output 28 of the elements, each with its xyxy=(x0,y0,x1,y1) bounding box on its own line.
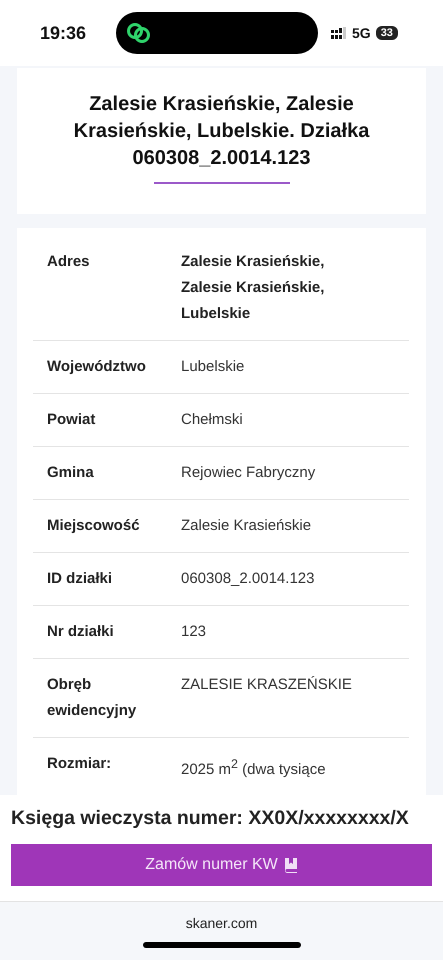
land-registry-heading: Księga wieczysta numer: XX0X/xxxxxxxx/X xyxy=(11,807,410,830)
field-label: Miejscowość xyxy=(47,516,141,536)
book-icon xyxy=(284,857,298,873)
link-icon xyxy=(126,22,152,44)
field-label: Powiat xyxy=(47,410,96,430)
order-button[interactable]: Zamów numer KW xyxy=(11,844,432,886)
field-label: Nr działki xyxy=(47,622,115,642)
field-value: Chełmski xyxy=(181,410,244,430)
field-label: Rozmiar: xyxy=(47,754,112,774)
field-value: 2025 m$^{2}$ (dwa tysiące xyxy=(181,756,327,780)
url-label[interactable]: skaner.com xyxy=(186,915,258,931)
field-value: 060308_2.0014.123 xyxy=(181,569,316,589)
field-label: ID działki xyxy=(47,569,114,589)
network-label: 5G xyxy=(352,25,371,41)
field-value: Zalesie Krasieńskie, Zalesie Krasieńskie, Lubelskie xyxy=(181,252,326,324)
field-value: Lubelskie xyxy=(181,357,246,377)
signal-icon xyxy=(331,27,347,39)
field-value: Rejowiec Fabryczny xyxy=(181,463,316,483)
page-title: Zalesie Krasieńskie, Zalesie Krasieńskie, Lubelskie. Działka 060308_2.0014.123 xyxy=(72,92,370,171)
field-label: Obręb ewidencyjny xyxy=(47,675,138,721)
field-value: 123 xyxy=(181,622,208,642)
field-value: Zalesie Krasieńskie xyxy=(181,516,312,536)
field-value: ZALESIE KRASZEŃSKIE xyxy=(181,675,353,695)
field-label: Województwo xyxy=(47,357,147,377)
field-label: Adres xyxy=(47,252,91,272)
battery-level: 33 xyxy=(376,26,398,40)
status-time: 19:36 xyxy=(40,22,88,44)
field-label: Gmina xyxy=(47,463,95,483)
